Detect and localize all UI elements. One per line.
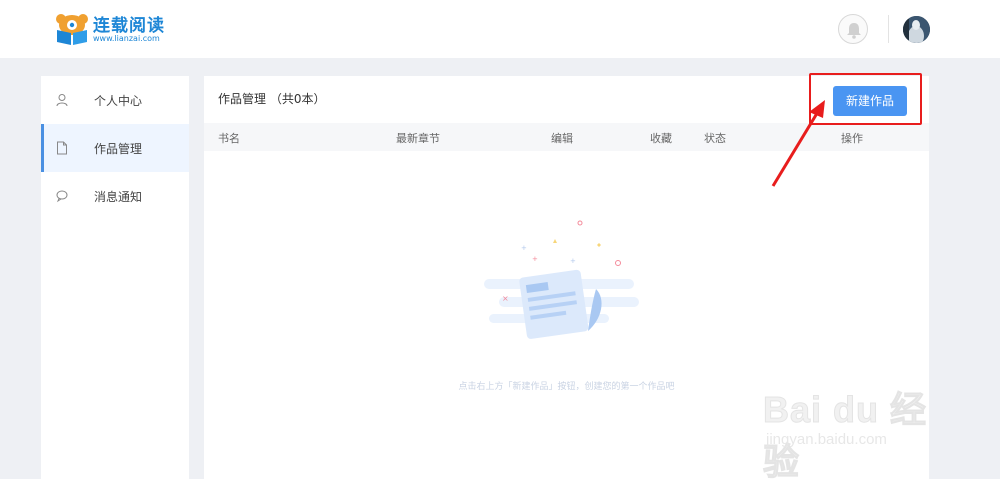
header-divider bbox=[888, 15, 889, 43]
sidebar-item-messages[interactable]: 消息通知 bbox=[41, 172, 189, 220]
watermark-main: Bai du 经验 bbox=[763, 389, 928, 479]
svg-text:+: + bbox=[532, 255, 538, 263]
sidebar: 个人中心 作品管理 消息通知 bbox=[41, 76, 189, 479]
notification-bell-button[interactable] bbox=[838, 14, 868, 44]
logo-icon[interactable] bbox=[54, 12, 90, 46]
svg-text:+: + bbox=[570, 257, 576, 265]
brand-name[interactable]: 连载阅读 bbox=[93, 11, 165, 36]
svg-text:+: + bbox=[521, 244, 527, 252]
column-header-status[interactable]: 状态 bbox=[704, 130, 726, 146]
column-header-edit[interactable]: 编辑 bbox=[551, 130, 573, 146]
brand-url: www.lianzai.com bbox=[93, 34, 160, 43]
sidebar-item-label: 作品管理 bbox=[94, 142, 143, 156]
user-icon bbox=[56, 94, 68, 107]
sidebar-item-profile[interactable]: 个人中心 bbox=[41, 76, 189, 124]
top-bar: 连载阅读 www.lianzai.com bbox=[0, 0, 1000, 58]
annotation-arrow-icon bbox=[771, 100, 825, 187]
watermark-sub: jingyan.baidu.com bbox=[766, 431, 887, 448]
page-title: 作品管理 （共0本） bbox=[218, 92, 326, 106]
column-header-favorites[interactable]: 收藏 bbox=[650, 130, 672, 146]
svg-text:×: × bbox=[502, 294, 509, 303]
sidebar-item-label: 个人中心 bbox=[94, 94, 143, 108]
empty-state-illustration: + + × + bbox=[484, 220, 639, 339]
avatar[interactable] bbox=[903, 16, 930, 43]
chat-bubble-icon bbox=[56, 190, 68, 203]
column-header-title[interactable]: 书名 bbox=[218, 130, 240, 146]
bell-icon bbox=[847, 23, 861, 39]
sidebar-item-works[interactable]: 作品管理 bbox=[41, 124, 189, 172]
column-header-latest-chapter[interactable]: 最新章节 bbox=[396, 130, 440, 146]
document-icon bbox=[57, 141, 67, 155]
baidu-jingyan-watermark: Bai du 经验 jingyan.baidu.com bbox=[763, 375, 953, 479]
sidebar-item-label: 消息通知 bbox=[94, 190, 143, 204]
column-header-actions[interactable]: 操作 bbox=[841, 130, 863, 146]
